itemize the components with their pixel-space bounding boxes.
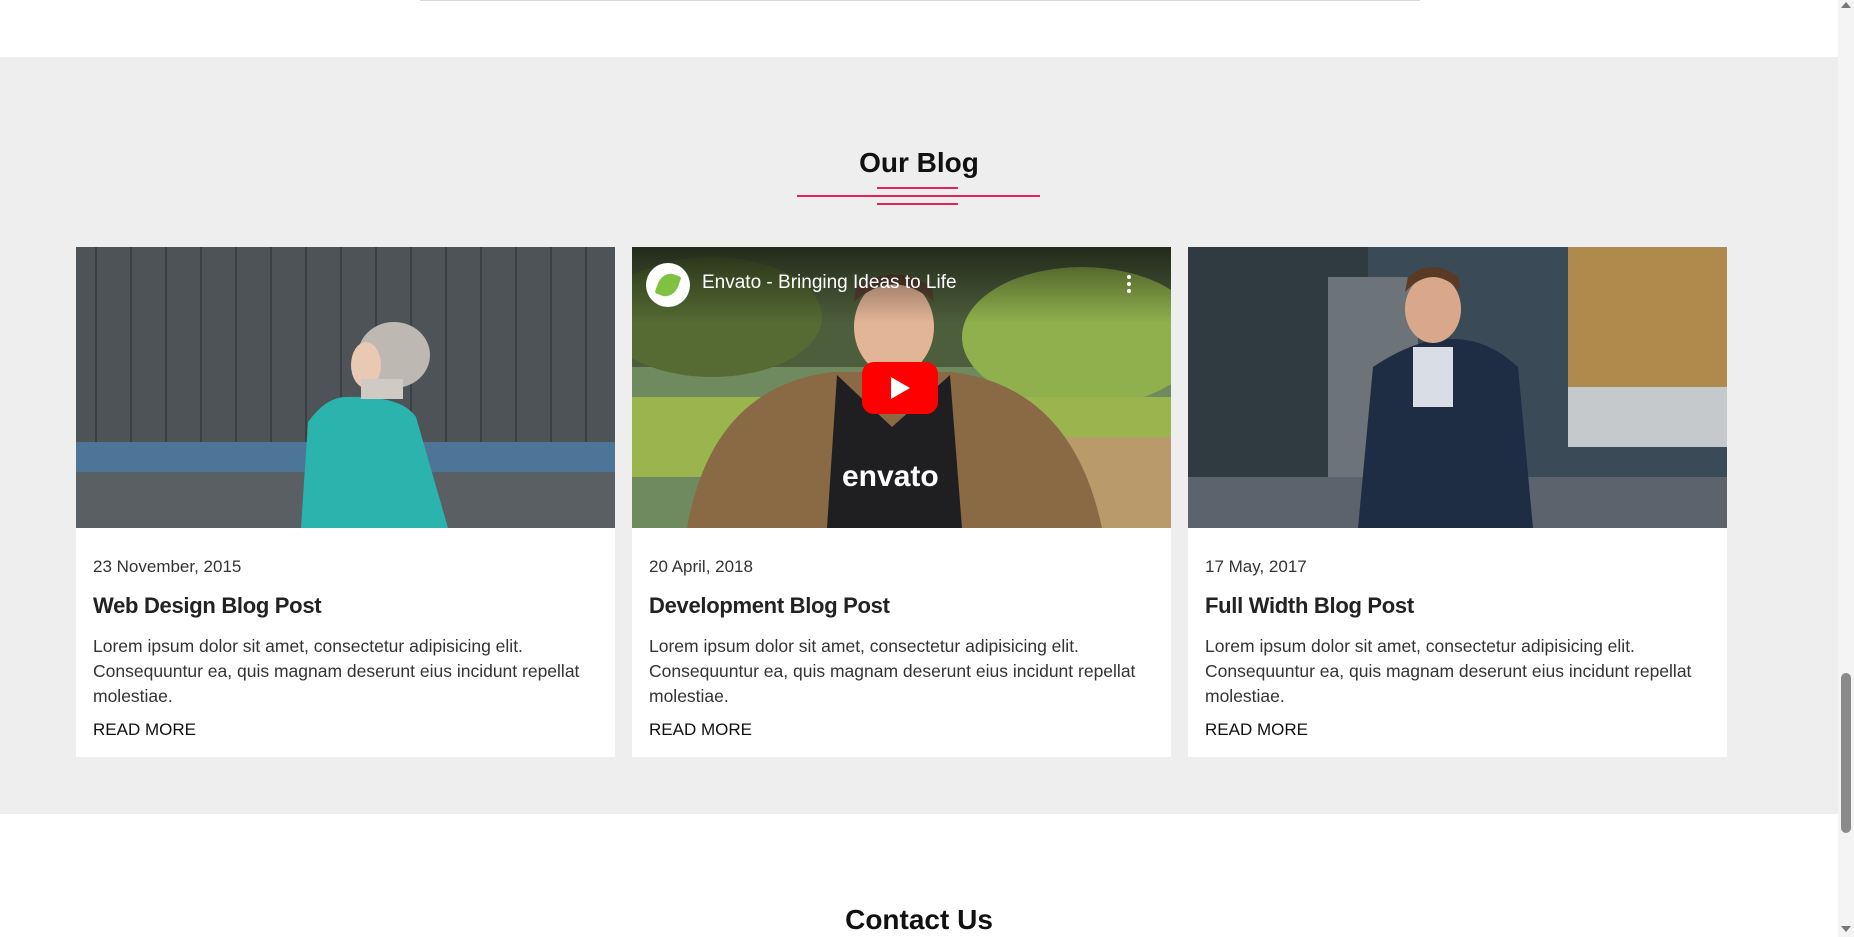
blog-section: Our Blog 23 November, 2015 Web Design Bl… [0,57,1838,814]
read-more-link[interactable]: READ MORE [93,720,196,740]
blog-image[interactable] [1188,247,1727,528]
video-shirt-text: envato [842,460,939,493]
video-title[interactable]: Envato - Bringing Ideas to Life [702,272,957,294]
scroll-down-arrow-icon[interactable] [1841,926,1851,932]
divider [420,0,1420,1]
video-embed[interactable]: envato Envato - Bringing Ideas to Life [632,247,1171,528]
blog-card: 23 November, 2015 Web Design Blog Post L… [76,247,615,757]
post-date: 23 November, 2015 [93,557,242,576]
page-scrollbar[interactable] [1838,0,1854,937]
scroll-up-arrow-icon[interactable] [1841,2,1851,8]
post-date: 17 May, 2017 [1205,557,1307,576]
heading-underline [797,195,1040,197]
post-title[interactable]: Web Design Blog Post [93,593,322,619]
post-date: 20 April, 2018 [649,557,753,576]
section-heading: Our Blog [859,147,979,178]
previous-section [0,0,1838,57]
post-excerpt: Lorem ipsum dolor sit amet, consectetur … [1205,636,1692,706]
heading-underline-top [877,187,958,189]
scrollbar-thumb[interactable] [1841,673,1851,833]
channel-avatar-icon[interactable] [646,263,690,307]
envato-leaf-icon [654,270,682,300]
blog-card: 17 May, 2017 Full Width Blog Post Lorem … [1188,247,1727,757]
post-excerpt: Lorem ipsum dolor sit amet, consectetur … [93,636,580,706]
more-options-icon[interactable] [1127,275,1131,296]
video-header: Envato - Bringing Ideas to Life [632,247,1171,323]
heading-underline-bottom [877,203,958,205]
read-more-link[interactable]: READ MORE [649,720,752,740]
contact-heading: Contact Us [845,904,993,935]
play-icon [891,377,910,399]
play-button[interactable] [862,362,938,414]
post-title[interactable]: Full Width Blog Post [1205,593,1414,619]
post-excerpt: Lorem ipsum dolor sit amet, consectetur … [649,636,1136,706]
blog-card: envato Envato - Bringing Ideas to Life 2… [632,247,1171,757]
post-title[interactable]: Development Blog Post [649,593,890,619]
read-more-link[interactable]: READ MORE [1205,720,1308,740]
blog-image[interactable] [76,247,615,528]
